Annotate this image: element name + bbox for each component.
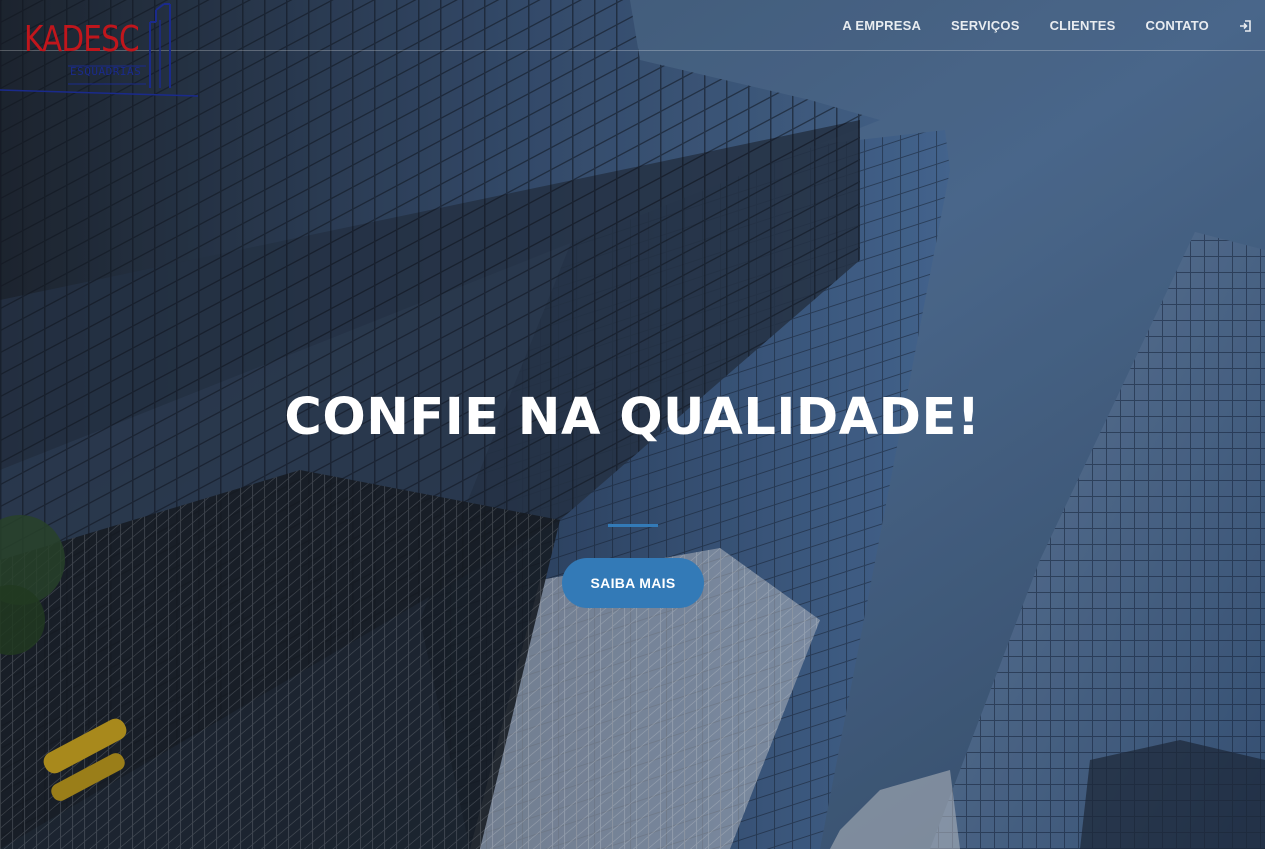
nav-item-clientes[interactable]: CLIENTES — [1050, 18, 1116, 33]
nav-item-empresa[interactable]: A EMPRESA — [842, 18, 921, 33]
headline-divider — [608, 524, 658, 527]
hero-headline: CONFIE NA QUALIDADE! — [284, 388, 981, 447]
saiba-mais-button[interactable]: SAIBA MAIS — [562, 558, 704, 608]
company-logo[interactable]: KADESC ESQUADRIAS — [0, 0, 200, 100]
main-nav-menu: A EMPRESA SERVIÇOS CLIENTES CONTATO — [812, 0, 1251, 51]
logo-brand-name: KADESC — [24, 19, 140, 60]
nav-item-servicos[interactable]: SERVIÇOS — [951, 18, 1020, 33]
hero-section: KADESC ESQUADRIAS A EMPRESA SERVIÇOS CLI… — [0, 0, 1265, 849]
sign-in-icon[interactable] — [1239, 19, 1251, 32]
nav-item-contato[interactable]: CONTATO — [1145, 18, 1209, 33]
top-navbar: KADESC ESQUADRIAS A EMPRESA SERVIÇOS CLI… — [0, 0, 1265, 97]
logo-tagline: ESQUADRIAS — [70, 65, 142, 78]
